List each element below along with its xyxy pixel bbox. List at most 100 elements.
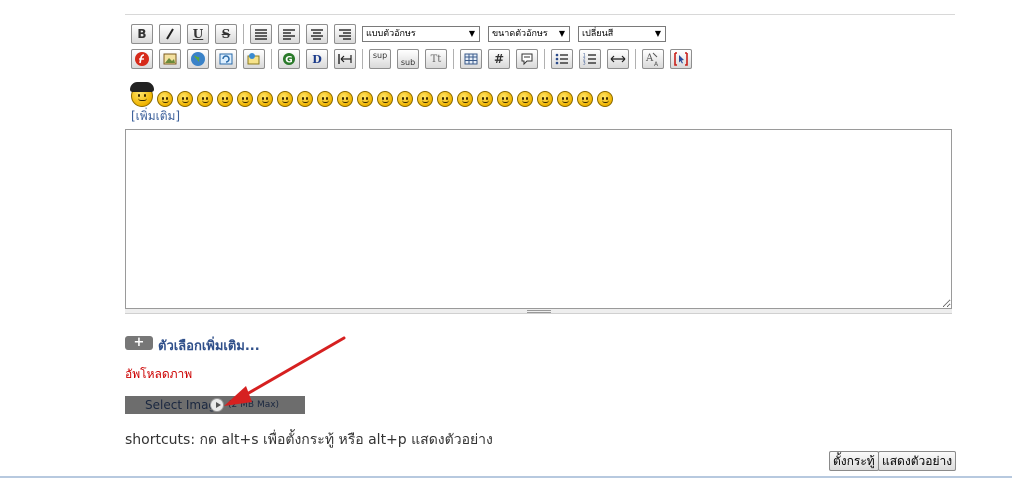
align-justify-icon: [255, 29, 267, 40]
insert-link-button[interactable]: [187, 49, 209, 69]
smiley-icon[interactable]: [577, 91, 593, 107]
preview-button[interactable]: แสดงตัวอย่าง: [878, 451, 957, 471]
red-arrow-annotation: [224, 336, 346, 406]
plus-icon[interactable]: +: [125, 335, 153, 350]
remove-format-button[interactable]: [670, 49, 692, 69]
align-center-icon: [311, 29, 323, 40]
smiley-icon[interactable]: [317, 91, 333, 107]
toolbar-separator: [544, 49, 545, 69]
google-button[interactable]: G: [278, 49, 300, 69]
italic-button[interactable]: [159, 24, 181, 44]
smiley-icon[interactable]: [557, 91, 573, 107]
strikethrough-button[interactable]: S: [215, 24, 237, 44]
toolbar-separator: [243, 24, 244, 44]
smiley-icon[interactable]: [337, 91, 353, 107]
bullet-list-icon: [555, 53, 568, 65]
superscript-button[interactable]: sup: [369, 49, 391, 69]
more-smileys-link[interactable]: [เพิ่มเติม]: [131, 107, 180, 126]
table-icon: [464, 53, 478, 65]
smiley-icon[interactable]: [217, 91, 233, 107]
smiley-icon[interactable]: [497, 91, 513, 107]
upload-image-title: อัพโหลดภาพ: [125, 367, 193, 381]
toolbar-row-insert: G D sup sub Tt # 123 AA: [131, 48, 698, 70]
align-left-button[interactable]: [278, 24, 300, 44]
google-icon: G: [283, 53, 295, 66]
align-center-button[interactable]: [306, 24, 328, 44]
svg-text:3: 3: [583, 61, 586, 66]
smiley-icon[interactable]: [437, 91, 453, 107]
wikipedia-button[interactable]: D: [306, 49, 328, 69]
refresh-icon: [219, 53, 233, 65]
smiley-icon[interactable]: [377, 91, 393, 107]
subscript-button[interactable]: sub: [397, 49, 419, 69]
smiley-bar: [130, 81, 617, 107]
font-resize-icon: AA: [645, 52, 659, 67]
font-size-select-value: ขนาดตัวอักษร: [492, 29, 548, 39]
flash-button[interactable]: [131, 49, 153, 69]
font-family-select[interactable]: แบบตัวอักษร ▼: [362, 26, 480, 42]
font-family-select-value: แบบตัวอักษร: [366, 29, 416, 39]
grip-icon: [527, 310, 551, 313]
align-left-icon: [283, 29, 295, 40]
smiley-icon[interactable]: [130, 82, 154, 107]
horizontal-rule-button[interactable]: [607, 49, 629, 69]
smiley-icon[interactable]: [537, 91, 553, 107]
smiley-icon[interactable]: [177, 91, 193, 107]
numbered-list-button[interactable]: 123: [579, 49, 601, 69]
svg-text:G: G: [285, 56, 292, 66]
insert-quote-button[interactable]: [516, 49, 538, 69]
font-color-select-value: เปลี่ยนสี: [582, 29, 614, 39]
editor-resize-splitter[interactable]: [125, 309, 952, 314]
select-image-label: Select Imag: [145, 398, 217, 412]
insert-image-button[interactable]: [159, 49, 181, 69]
smiley-icon[interactable]: [237, 91, 253, 107]
smiley-icon[interactable]: [277, 91, 293, 107]
align-justify-button[interactable]: [250, 24, 272, 44]
smiley-icon[interactable]: [197, 91, 213, 107]
smiley-icon[interactable]: [157, 91, 173, 107]
submit-topic-button[interactable]: ตั้งกระทู้: [829, 451, 879, 471]
insert-email-button[interactable]: [243, 49, 265, 69]
smiley-icon[interactable]: [417, 91, 433, 107]
teletype-button[interactable]: Tt: [425, 49, 447, 69]
smiley-icon[interactable]: [597, 91, 613, 107]
toolbar-separator: [362, 49, 363, 69]
toolbar-separator: [453, 49, 454, 69]
italic-icon: [166, 28, 174, 40]
image-icon: [163, 53, 177, 65]
top-divider: [125, 14, 955, 15]
message-textarea[interactable]: [125, 129, 952, 309]
font-color-select[interactable]: เปลี่ยนสี ▼: [578, 26, 666, 42]
refresh-link-button[interactable]: [215, 49, 237, 69]
toolbar-separator: [635, 49, 636, 69]
superscript-label: sup: [372, 51, 388, 60]
underline-button[interactable]: U: [187, 24, 209, 44]
align-right-button[interactable]: [334, 24, 356, 44]
chevron-down-icon: ▼: [654, 29, 661, 38]
chevron-down-icon: ▼: [558, 29, 565, 38]
smiley-icon[interactable]: [357, 91, 373, 107]
numbered-list-icon: 123: [583, 53, 596, 66]
svg-text:D: D: [312, 53, 322, 66]
smiley-icon[interactable]: [477, 91, 493, 107]
insert-table-button[interactable]: [460, 49, 482, 69]
smiley-icon[interactable]: [257, 91, 273, 107]
chevron-down-icon: ▼: [468, 29, 475, 38]
teletype-label: Tt: [430, 53, 442, 65]
insert-code-button[interactable]: #: [488, 49, 510, 69]
horizontal-rule-icon: [610, 55, 626, 63]
subscript-label: sub: [400, 58, 416, 67]
remove-format-icon: [674, 52, 688, 66]
font-resize-button[interactable]: AA: [642, 49, 664, 69]
font-size-select[interactable]: ขนาดตัวอักษร ▼: [488, 26, 570, 42]
smiley-icon[interactable]: [517, 91, 533, 107]
bullet-list-button[interactable]: [551, 49, 573, 69]
smiley-icon[interactable]: [457, 91, 473, 107]
indent-button[interactable]: [334, 49, 356, 69]
smiley-icon[interactable]: [297, 91, 313, 107]
globe-icon: [191, 52, 205, 66]
toolbar-separator: [271, 49, 272, 69]
bold-button[interactable]: B: [131, 24, 153, 44]
align-right-icon: [339, 29, 351, 40]
smiley-icon[interactable]: [397, 91, 413, 107]
